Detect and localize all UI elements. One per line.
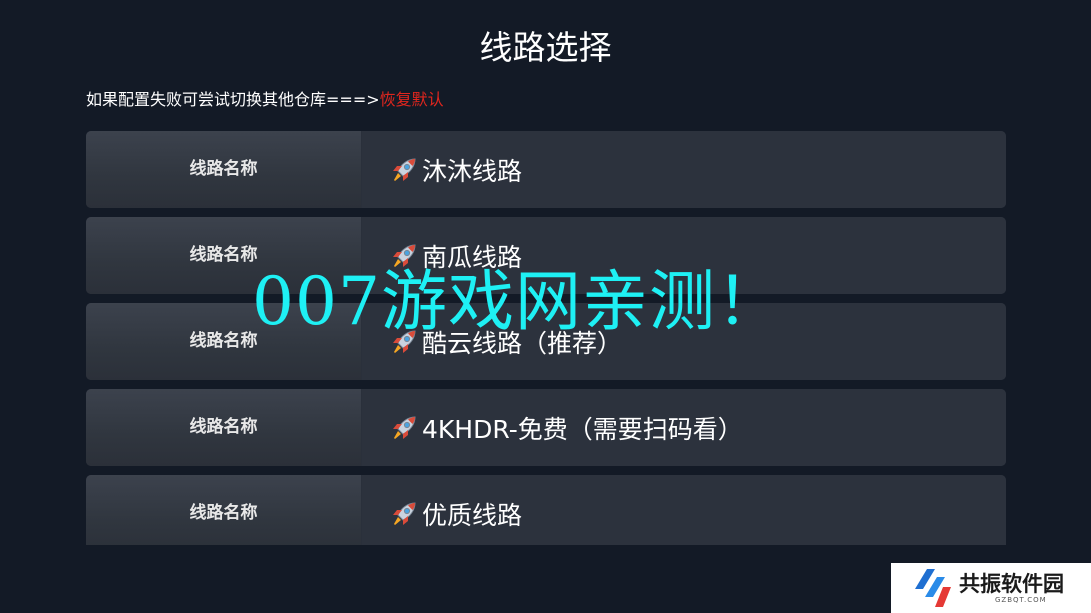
logo-subtext: GZBQT.COM (995, 595, 1047, 604)
route-name: 4KHDR-免费（需要扫码看） (422, 414, 743, 444)
route-name: 沐沐线路 (422, 156, 523, 186)
route-name: 优质线路 (422, 500, 523, 530)
route-item-nangua[interactable]: 线路名称 南瓜线路 (86, 217, 1006, 294)
rocket-icon (393, 415, 416, 439)
logo-mark-icon (915, 569, 951, 607)
rocket-icon (393, 501, 416, 525)
hint-text: 如果配置失败可尝试切换其他仓库===> (86, 90, 380, 109)
route-item-mumu[interactable]: 线路名称 沐沐线路 (86, 131, 1006, 208)
route-name-cell: 南瓜线路 (362, 217, 1006, 294)
route-label: 线路名称 (86, 217, 361, 294)
route-name-cell: 4KHDR-免费（需要扫码看） (362, 389, 1006, 466)
rocket-icon (393, 329, 416, 353)
route-item-4khdr[interactable]: 线路名称 4KHDR-免费（需要扫码看） (86, 389, 1006, 466)
route-name: 南瓜线路 (422, 242, 523, 272)
route-name: 酷云线路（推荐） (422, 328, 623, 358)
route-name-cell: 优质线路 (362, 475, 1006, 545)
route-list: 线路名称 沐沐线路 线路名称 南瓜线路 线路名称 酷云线路（推荐） 线路名称 4… (86, 131, 1006, 545)
route-label: 线路名称 (86, 389, 361, 466)
config-hint: 如果配置失败可尝试切换其他仓库===>恢复默认 (86, 89, 444, 111)
route-item-kuyun[interactable]: 线路名称 酷云线路（推荐） (86, 303, 1006, 380)
logo-text-group: 共振软件园 GZBQT.COM (959, 572, 1064, 605)
rocket-icon (393, 243, 416, 267)
restore-default-link[interactable]: 恢复默认 (380, 90, 444, 109)
rocket-icon (393, 157, 416, 181)
logo-text: 共振软件园 (959, 571, 1064, 596)
route-label: 线路名称 (86, 131, 361, 208)
route-label: 线路名称 (86, 475, 361, 545)
route-name-cell: 沐沐线路 (362, 131, 1006, 208)
site-logo-badge: 共振软件园 GZBQT.COM (891, 563, 1091, 613)
page-title: 线路选择 (479, 28, 612, 67)
route-item-youzhi[interactable]: 线路名称 优质线路 (86, 475, 1006, 545)
route-label: 线路名称 (86, 303, 361, 380)
route-name-cell: 酷云线路（推荐） (362, 303, 1006, 380)
